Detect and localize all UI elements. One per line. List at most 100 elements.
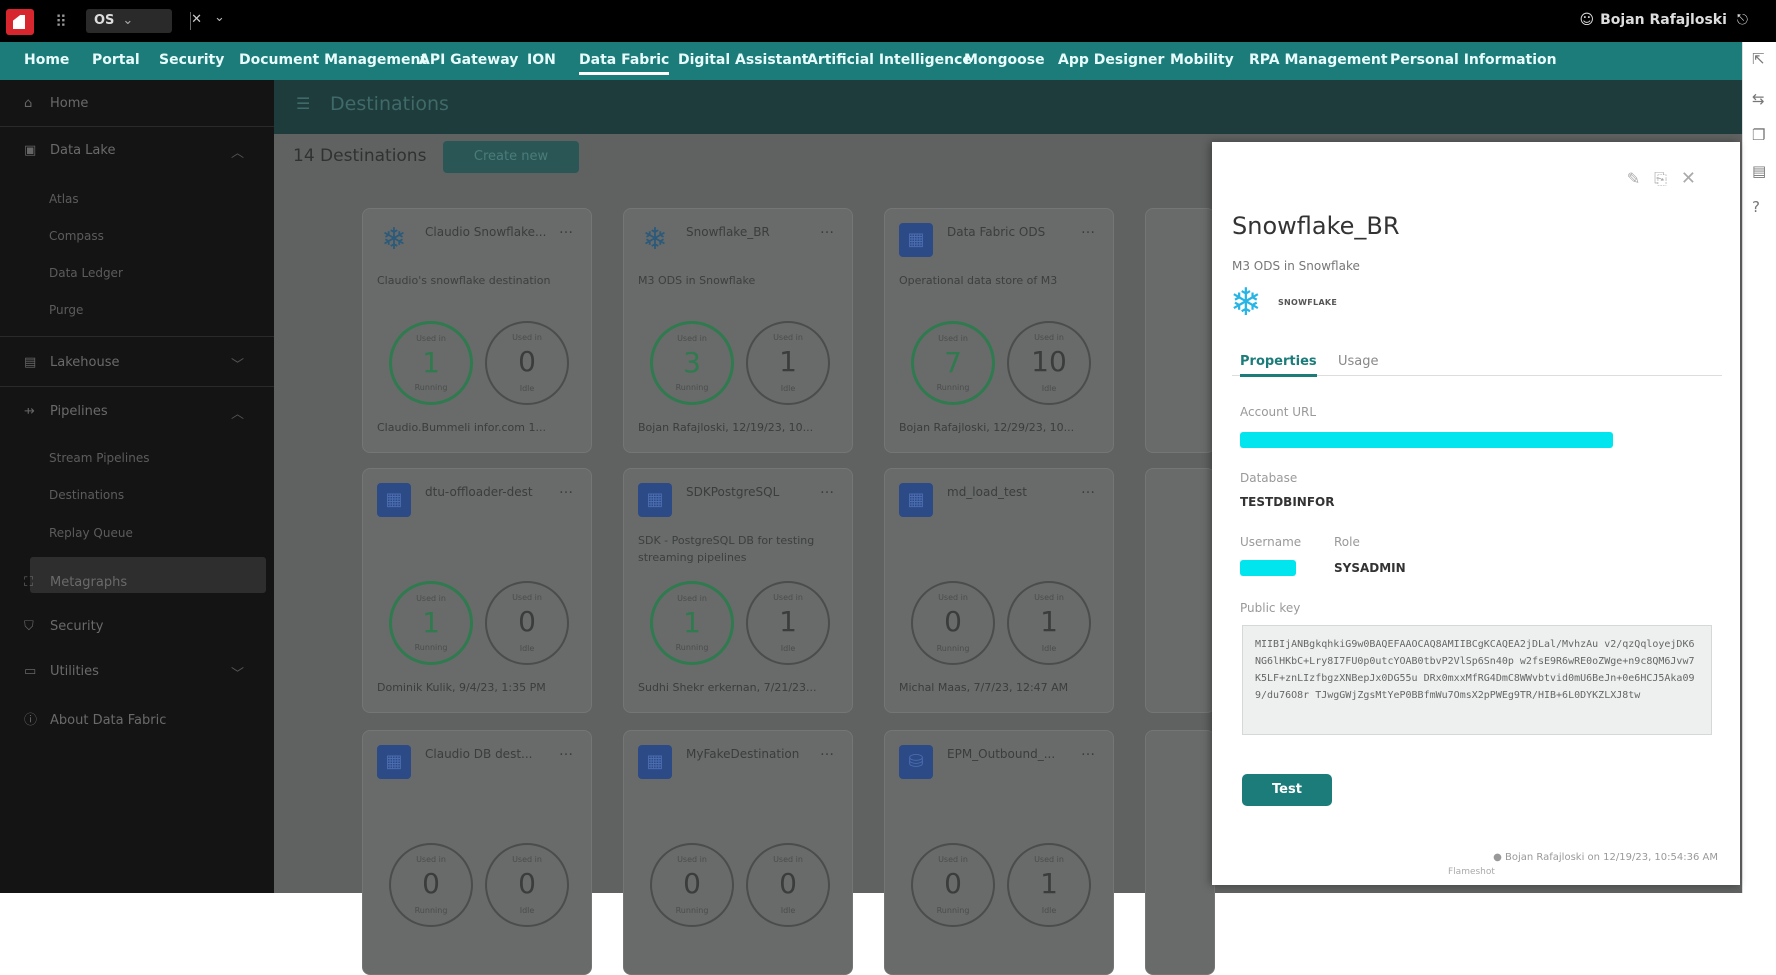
idle-ring: Used in 1 Idle bbox=[1007, 581, 1091, 665]
copy-icon[interactable]: ❐ bbox=[1752, 126, 1765, 144]
nav-item-ion[interactable]: ION bbox=[527, 52, 556, 68]
sidebar-item-metagraphs[interactable]: ⛶ Metagraphs bbox=[24, 575, 127, 590]
account-url-redacted bbox=[1240, 432, 1613, 448]
destination-card[interactable]: ⛁ EPM_Outbound_...… Used in 0 Running Used in… bbox=[884, 730, 1114, 975]
divider bbox=[0, 336, 274, 337]
destination-card[interactable]: ▦ SDKPostgreSQL … SDK - PostgreSQL DB for t… bbox=[623, 468, 853, 713]
destination-card[interactable]: ❄ Claudio Snowflake... … Claudio's snowflak… bbox=[362, 208, 592, 453]
sidebar-subitem-data-ledger[interactable]: Data Ledger bbox=[49, 266, 123, 280]
nav-item-data-fabric[interactable]: Data Fabric bbox=[579, 52, 670, 75]
nav-item-home[interactable]: Home bbox=[24, 52, 69, 68]
nav-item-artificial-intelligence[interactable]: Artificial Intelligence bbox=[807, 52, 972, 68]
sidebar-item-data-lake[interactable]: ▣ Data Lake bbox=[24, 143, 115, 158]
ring-caption: Running bbox=[936, 383, 970, 392]
public-key-textarea[interactable]: MIIBIjANBgkqhkiG9w0BAQEFAAOCAQ8AMIIBCgKC… bbox=[1242, 625, 1712, 735]
nav-item-security[interactable]: Security bbox=[159, 52, 224, 68]
sidebar-subitem-replay-queue[interactable]: Replay Queue bbox=[49, 526, 133, 540]
destination-card[interactable]: ▦ dtu-offloader-dest… Used in 1 Running Used … bbox=[362, 468, 592, 713]
sidebar-item-home[interactable]: ⌂ Home bbox=[24, 96, 88, 111]
user-menu[interactable]: ☺ Bojan Rafajloski ⎋ bbox=[1580, 12, 1749, 28]
close-icon[interactable]: ✕ bbox=[1681, 168, 1710, 189]
card-title: SDKPostgreSQL bbox=[686, 485, 780, 499]
help-icon[interactable]: ? bbox=[1752, 198, 1760, 216]
nav-item-rpa-management[interactable]: RPA Management bbox=[1249, 52, 1388, 68]
destination-card[interactable] bbox=[1145, 730, 1215, 975]
inbox-icon[interactable]: ▤ bbox=[1752, 162, 1766, 180]
close-icon[interactable]: ✕ bbox=[191, 12, 202, 27]
running-ring: Used in 0 Running bbox=[911, 843, 995, 927]
ring-caption: Used in bbox=[512, 593, 542, 602]
ring-caption: Running bbox=[936, 906, 970, 915]
more-options-icon[interactable]: … bbox=[820, 481, 834, 497]
destination-card[interactable]: ▦ Data Fabric ODS … Operational data store … bbox=[884, 208, 1114, 453]
destination-card[interactable]: ▦ md_load_test … Used in 0 Running Used in 1 Idl… bbox=[884, 468, 1114, 713]
chevron-up-icon[interactable]: ︿ bbox=[231, 403, 244, 422]
more-options-icon[interactable]: … bbox=[559, 743, 573, 759]
nav-item-document-management[interactable]: Document Management bbox=[239, 52, 427, 68]
more-options-icon[interactable]: … bbox=[1081, 221, 1095, 237]
nav-item-app-designer[interactable]: App Designer bbox=[1058, 52, 1164, 68]
chevron-down-icon[interactable]: ﹀ bbox=[231, 354, 244, 373]
ring-caption: Running bbox=[675, 643, 709, 652]
chevron-up-icon[interactable]: ︿ bbox=[231, 142, 244, 161]
infor-logo-icon[interactable] bbox=[6, 9, 34, 35]
copy-icon[interactable]: ⎘ bbox=[1654, 169, 1681, 188]
destination-card[interactable]: ▦ MyFakeDestination… Used in 0 Running Used i… bbox=[623, 730, 853, 975]
sidebar-item-label: Utilities bbox=[50, 664, 99, 679]
more-options-icon[interactable]: … bbox=[559, 481, 573, 497]
nav-item-mongoose[interactable]: Mongoose bbox=[964, 52, 1045, 68]
nav-item-mobility[interactable]: Mobility bbox=[1170, 52, 1234, 68]
tab-usage[interactable]: Usage bbox=[1338, 354, 1379, 369]
test-button[interactable]: Test bbox=[1242, 774, 1332, 806]
destination-card[interactable]: ❄ Snowflake_BR … M3 ODS in Snowflake Used in… bbox=[623, 208, 853, 453]
ring-caption: Used in bbox=[1034, 333, 1064, 342]
running-count: 7 bbox=[944, 346, 962, 379]
sidebar-subitem-stream-pipelines[interactable]: Stream Pipelines bbox=[49, 451, 149, 465]
chevron-down-icon[interactable]: ⌄ bbox=[122, 13, 133, 28]
destination-card[interactable] bbox=[1145, 208, 1215, 453]
running-ring: Used in 1 Running bbox=[650, 581, 734, 665]
app-grid-icon[interactable]: ⠿ bbox=[55, 12, 67, 31]
sidebar-item-pipelines[interactable]: ⇸ Pipelines bbox=[24, 404, 108, 419]
more-options-icon[interactable]: … bbox=[1081, 743, 1095, 759]
external-link-icon[interactable]: ⇱ bbox=[1752, 50, 1765, 68]
sidebar-subitem-purge[interactable]: Purge bbox=[49, 303, 83, 317]
more-options-icon[interactable]: … bbox=[820, 221, 834, 237]
app-tab[interactable]: OS ⌄ ✕ bbox=[86, 9, 202, 33]
running-ring: Used in 1 Running bbox=[389, 321, 473, 405]
sidebar-item-lakehouse[interactable]: ▤ Lakehouse bbox=[24, 355, 119, 370]
destination-type-icon: ▦ bbox=[899, 223, 933, 257]
more-options-icon[interactable]: … bbox=[820, 743, 834, 759]
tab-properties[interactable]: Properties bbox=[1240, 354, 1317, 377]
username-label: Username bbox=[1240, 535, 1302, 549]
sign-out-icon[interactable]: ⎋ bbox=[1737, 12, 1748, 28]
chevron-down-icon[interactable]: ﹀ bbox=[231, 663, 244, 682]
running-count: 0 bbox=[944, 867, 962, 900]
card-title: md_load_test bbox=[947, 485, 1027, 499]
sidebar-subitem-destinations[interactable]: Destinations bbox=[49, 488, 124, 502]
sidebar-item-about[interactable]: ⓘ About Data Fabric bbox=[24, 709, 166, 728]
edit-icon[interactable]: ✎ bbox=[1627, 169, 1654, 188]
nav-item-personal-information[interactable]: Personal Information bbox=[1390, 52, 1557, 68]
more-options-icon[interactable]: … bbox=[559, 221, 573, 237]
card-title: EPM_Outbound_... bbox=[947, 747, 1056, 761]
sidebar-item-security[interactable]: ⛉ Security bbox=[24, 619, 103, 634]
nav-item-portal[interactable]: Portal bbox=[92, 52, 140, 68]
card-footer: Claudio.Bummeli infor.com 1... bbox=[377, 421, 546, 434]
nav-item-digital-assistant[interactable]: Digital Assistant bbox=[678, 52, 808, 68]
sidebar-item-utilities[interactable]: ▭ Utilities bbox=[24, 664, 99, 679]
menu-icon[interactable]: ☰ bbox=[296, 94, 310, 113]
destination-card[interactable]: ▦ Claudio DB dest...… Used in 0 Running Used … bbox=[362, 730, 592, 975]
sidebar-subitem-compass[interactable]: Compass bbox=[49, 229, 104, 243]
chevron-down-icon[interactable]: ⌄ bbox=[214, 10, 225, 25]
idle-ring: Used in 1 Idle bbox=[746, 581, 830, 665]
idle-ring: Used in 10 Idle bbox=[1007, 321, 1091, 405]
create-new-button[interactable]: Create new bbox=[443, 141, 579, 173]
nav-item-api-gateway[interactable]: API Gateway bbox=[419, 52, 518, 68]
share-icon[interactable]: ⇆ bbox=[1752, 90, 1765, 108]
more-options-icon[interactable]: … bbox=[1081, 481, 1095, 497]
running-count: 0 bbox=[683, 867, 701, 900]
destination-card[interactable] bbox=[1145, 468, 1215, 713]
running-count: 1 bbox=[683, 606, 701, 639]
sidebar-subitem-atlas[interactable]: Atlas bbox=[49, 192, 79, 206]
